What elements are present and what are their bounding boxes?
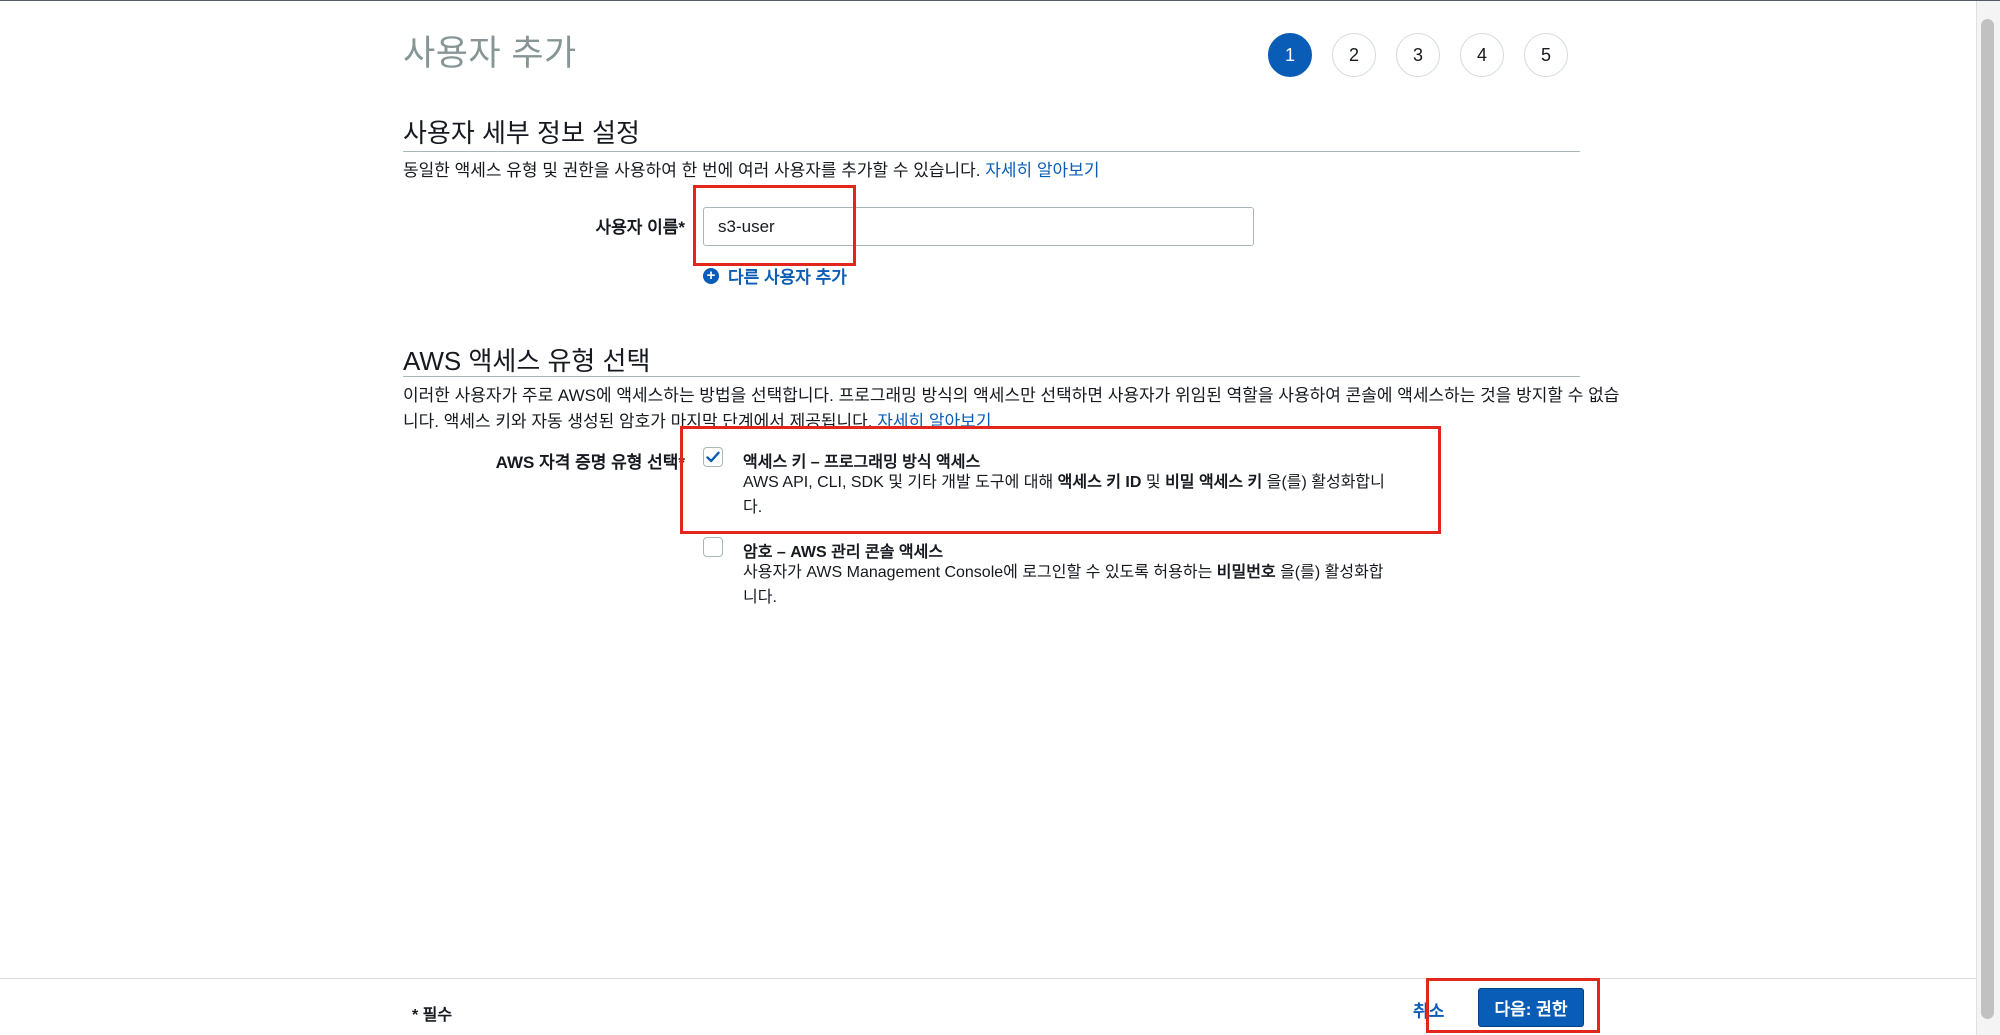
access-key-id-term: 액세스 키 ID — [1057, 474, 1142, 491]
access-key-desc-text: AWS API, CLI, SDK 및 기타 개발 도구에 대해 — [743, 474, 1058, 491]
password-checkbox[interactable] — [703, 537, 723, 557]
section-divider — [403, 376, 1580, 377]
access-key-checkbox[interactable] — [703, 447, 723, 467]
username-label: 사용자 이름* — [595, 218, 685, 237]
password-option-description: 사용자가 AWS Management Console에 로그인할 수 있도록 … — [743, 560, 1403, 610]
access-type-description-line2: 니다. 액세스 키와 자동 생성된 암호가 마지막 단계에서 제공됩니다. — [403, 412, 873, 431]
next-permissions-button[interactable]: 다음: 권한 — [1478, 988, 1584, 1027]
access-key-option-title: 액세스 키 – 프로그래밍 방식 액세스 — [743, 454, 981, 471]
section-divider — [403, 151, 1580, 152]
access-key-desc-conjunction: 및 — [1141, 474, 1166, 491]
plus-circle-icon: + — [703, 267, 719, 284]
wizard-step-4[interactable]: 4 — [1460, 33, 1504, 77]
secret-access-key-term: 비밀 액세스 키 — [1165, 474, 1263, 491]
scrollbar-thumb[interactable] — [1981, 19, 1994, 1019]
footer-bar: * 필수 취소 다음: 권한 — [0, 978, 1976, 1035]
user-details-description-text: 동일한 액세스 유형 및 권한을 사용하여 한 번에 여러 사용자를 추가할 수… — [403, 161, 981, 180]
page-title: 사용자 추가 — [403, 34, 577, 73]
add-user-page: 사용자 추가 1 2 3 4 5 사용자 세부 정보 설정 동일한 액세스 유형… — [0, 0, 2000, 1035]
check-icon — [706, 451, 720, 463]
access-key-desc-line2: 다. — [743, 499, 763, 516]
access-type-description: 이러한 사용자가 주로 AWS에 액세스하는 방법을 선택합니다. 프로그래밍 … — [403, 383, 1619, 435]
add-another-user-link[interactable]: + 다른 사용자 추가 — [703, 263, 847, 288]
wizard-step-1[interactable]: 1 — [1268, 33, 1312, 77]
username-input[interactable] — [703, 207, 1254, 246]
wizard-step-2[interactable]: 2 — [1332, 33, 1376, 77]
password-term: 비밀번호 — [1216, 564, 1276, 581]
wizard-steps: 1 2 3 4 5 — [1268, 33, 1588, 77]
access-type-heading: AWS 액세스 유형 선택 — [403, 346, 651, 376]
password-desc-suffix: 을(를) 활성화합 — [1275, 564, 1384, 581]
password-desc-line2: 니다. — [743, 589, 777, 606]
learn-more-link[interactable]: 자세히 알아보기 — [877, 412, 991, 431]
password-option-title: 암호 – AWS 관리 콘솔 액세스 — [743, 544, 944, 561]
credential-type-label: AWS 자격 증명 유형 선택* — [495, 453, 685, 472]
user-details-heading: 사용자 세부 정보 설정 — [403, 118, 640, 148]
password-desc-text: 사용자가 AWS Management Console에 로그인할 수 있도록 … — [743, 564, 1217, 581]
cancel-button[interactable]: 취소 — [1413, 997, 1444, 1022]
wizard-step-3[interactable]: 3 — [1396, 33, 1440, 77]
user-details-description: 동일한 액세스 유형 및 권한을 사용하여 한 번에 여러 사용자를 추가할 수… — [403, 158, 1099, 184]
wizard-step-5[interactable]: 5 — [1524, 33, 1568, 77]
access-key-option-description: AWS API, CLI, SDK 및 기타 개발 도구에 대해 액세스 키 I… — [743, 470, 1403, 520]
required-note: * 필수 — [412, 1007, 453, 1024]
learn-more-link[interactable]: 자세히 알아보기 — [985, 161, 1099, 180]
add-another-user-label: 다른 사용자 추가 — [728, 268, 847, 287]
access-key-desc-suffix: 을(를) 활성화합니 — [1262, 474, 1385, 491]
access-type-description-line1: 이러한 사용자가 주로 AWS에 액세스하는 방법을 선택합니다. 프로그래밍 … — [403, 386, 1620, 405]
